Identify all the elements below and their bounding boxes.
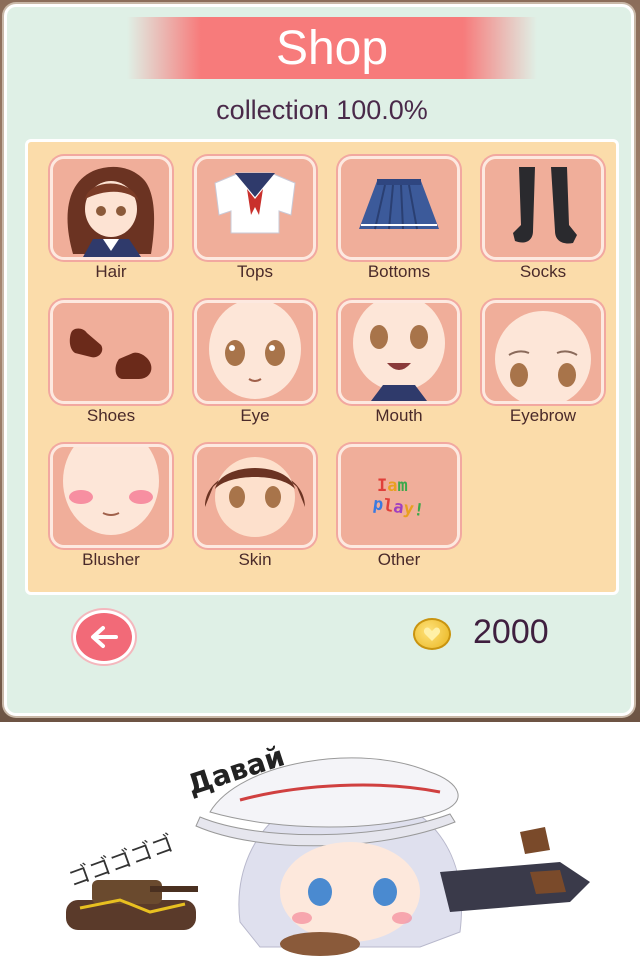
category-label: Hair bbox=[95, 262, 127, 281]
category-skin[interactable]: Skin bbox=[194, 444, 320, 584]
eye-tile bbox=[194, 300, 316, 404]
shop-panel: Shop collection 100.0% Hair Tops Bottoms… bbox=[4, 4, 634, 716]
category-label: Other bbox=[377, 550, 421, 569]
skin-tile bbox=[194, 444, 316, 548]
stockings-icon bbox=[485, 159, 601, 257]
category-label: Blusher bbox=[82, 550, 140, 569]
socks-tile bbox=[482, 156, 604, 260]
collection-progress: collection 100.0% bbox=[216, 95, 428, 125]
category-label: Tops bbox=[237, 262, 273, 281]
category-eyebrow[interactable]: Eyebrow bbox=[482, 300, 608, 440]
category-label: Eye bbox=[240, 406, 270, 425]
other-tile: Iam play! bbox=[338, 444, 460, 548]
shop-title: Shop bbox=[275, 21, 389, 75]
back-button[interactable] bbox=[73, 610, 135, 664]
arrow-left-icon bbox=[91, 626, 118, 648]
tops-tile bbox=[194, 156, 316, 260]
category-label: Shoes bbox=[86, 406, 136, 425]
svg-text:Iam: Iam bbox=[377, 476, 408, 496]
category-eye[interactable]: Eye bbox=[194, 300, 320, 440]
pleated-skirt-icon bbox=[341, 159, 457, 257]
eyebrow-tile bbox=[482, 300, 604, 404]
title-banner: Shop bbox=[127, 17, 537, 79]
category-label: Socks bbox=[519, 262, 567, 281]
category-tops[interactable]: Tops bbox=[194, 156, 320, 296]
chibi-illustration: Давай ゴゴゴゴゴ bbox=[65, 739, 590, 956]
blusher-tile bbox=[50, 444, 172, 548]
category-grid: Hair Tops Bottoms Socks Shoes Eye Mouth … bbox=[25, 139, 619, 595]
category-label: Eyebrow bbox=[509, 406, 577, 425]
category-hair[interactable]: Hair bbox=[50, 156, 176, 296]
category-bottoms[interactable]: Bottoms bbox=[338, 156, 464, 296]
category-shoes[interactable]: Shoes bbox=[50, 300, 176, 440]
chibi-comic-image: Давай ゴゴゴゴゴ bbox=[0, 722, 640, 960]
category-label: Bottoms bbox=[367, 262, 431, 281]
category-other[interactable]: Iam play! Other bbox=[338, 444, 464, 584]
sailor-top-icon bbox=[197, 159, 313, 257]
blusher-face-icon bbox=[53, 447, 169, 545]
coin-balance: 2000 bbox=[473, 613, 549, 651]
mouth-tile bbox=[338, 300, 460, 404]
shoes-tile bbox=[50, 300, 172, 404]
eyebrow-face-icon bbox=[485, 303, 601, 401]
coin-icon bbox=[413, 618, 451, 650]
category-label: Mouth bbox=[375, 406, 423, 425]
category-mouth[interactable]: Mouth bbox=[338, 300, 464, 440]
bottoms-tile bbox=[338, 156, 460, 260]
game-background: Shop collection 100.0% Hair Tops Bottoms… bbox=[0, 0, 640, 722]
category-socks[interactable]: Socks bbox=[482, 156, 608, 296]
skin-face-icon bbox=[197, 447, 313, 545]
hair-tile bbox=[50, 156, 172, 260]
mouth-face-icon bbox=[341, 303, 457, 401]
hair-icon bbox=[53, 159, 169, 257]
category-label: Skin bbox=[238, 550, 272, 569]
category-blusher[interactable]: Blusher bbox=[50, 444, 176, 584]
other-icon: Iam play! bbox=[341, 447, 457, 545]
shoes-icon bbox=[53, 303, 169, 401]
eye-face-icon bbox=[197, 303, 313, 401]
